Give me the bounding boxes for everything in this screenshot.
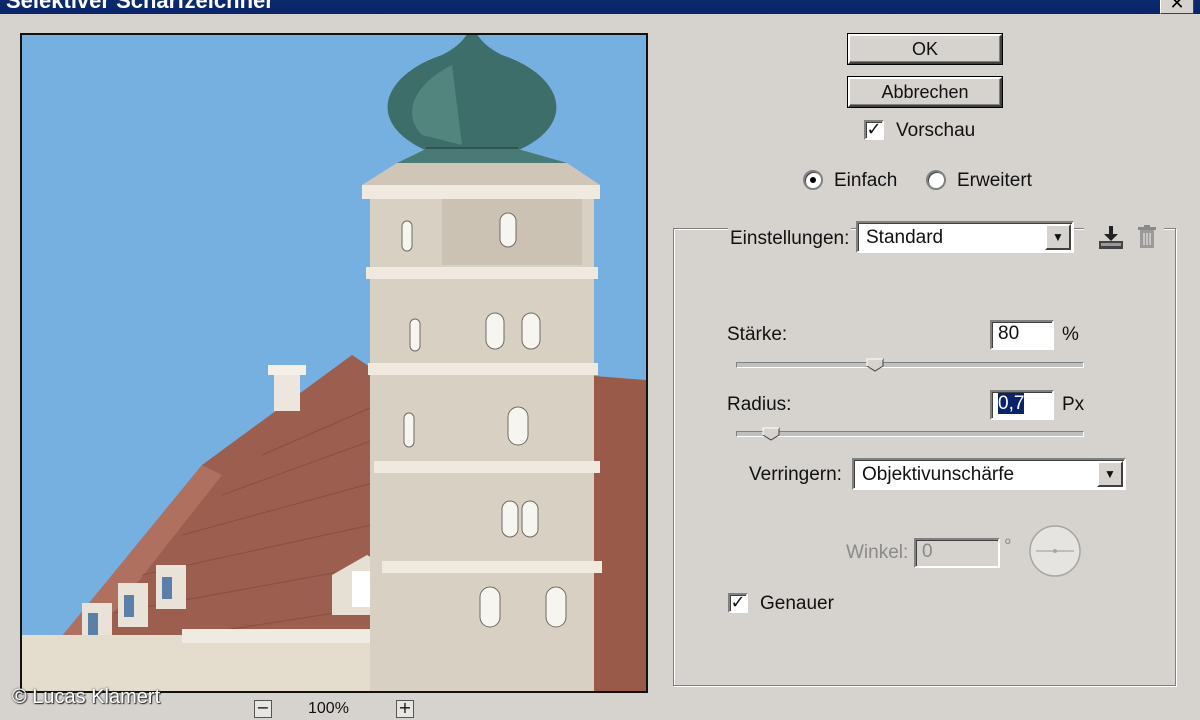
radio-simple-label: Einfach <box>834 170 898 191</box>
preview-image[interactable] <box>20 33 648 693</box>
radius-value: 0,7 <box>998 393 1025 414</box>
zoom-level: 100% <box>308 700 349 717</box>
zoom-controls: − 100% + <box>250 698 420 720</box>
remove-value: Objektivunschärfe <box>862 464 1015 485</box>
angle-unit: ° <box>1004 536 1012 557</box>
angle-label: Winkel: <box>846 542 909 563</box>
settings-select[interactable]: Standard ▼ <box>856 221 1074 253</box>
remove-label: Verringern: <box>749 464 842 485</box>
radio-advanced[interactable] <box>926 170 946 190</box>
copyright-watermark: © Lucas Klamert <box>12 686 161 708</box>
radius-label: Radius: <box>727 394 792 415</box>
radio-advanced-label: Erweitert <box>957 170 1032 191</box>
close-button[interactable]: ✕ <box>1160 0 1194 14</box>
radius-unit: Px <box>1062 394 1085 415</box>
ok-button-label: OK <box>911 39 938 59</box>
chevron-down-icon[interactable]: ▼ <box>1097 461 1123 487</box>
angle-dial-icon <box>1029 525 1081 577</box>
save-settings-icon[interactable] <box>1096 222 1126 252</box>
cancel-button[interactable]: Abbrechen <box>848 77 1002 107</box>
trash-icon[interactable] <box>1132 222 1162 252</box>
building-photo <box>22 35 646 691</box>
settings-value: Standard <box>866 227 944 248</box>
more-accurate-label: Genauer <box>760 593 834 614</box>
amount-field[interactable]: 80 <box>990 320 1054 350</box>
amount-slider-track[interactable] <box>736 362 1084 368</box>
dialog-title: Selektiver Scharfzeichner <box>6 0 274 13</box>
radius-slider-track[interactable] <box>736 431 1084 437</box>
remove-select[interactable]: Objektivunschärfe ▼ <box>852 458 1126 490</box>
angle-field: 0 <box>914 538 1000 568</box>
title-bar: Selektiver Scharfzeichner ✕ <box>0 0 1200 14</box>
cancel-button-label: Abbrechen <box>881 82 969 102</box>
zoom-in-button[interactable]: + <box>396 700 414 718</box>
radio-selected-dot <box>810 177 816 183</box>
ok-button[interactable]: OK <box>848 34 1002 64</box>
settings-group <box>673 228 1176 686</box>
radio-simple[interactable] <box>803 170 823 190</box>
amount-unit: % <box>1062 324 1079 345</box>
more-accurate-checkbox[interactable]: ✓ <box>728 593 748 613</box>
radius-field[interactable]: 0,7 <box>990 390 1054 420</box>
amount-label: Stärke: <box>727 324 788 345</box>
radius-slider-thumb[interactable] <box>762 427 780 441</box>
chevron-down-icon[interactable]: ▼ <box>1045 224 1071 250</box>
preview-checkbox[interactable]: ✓ <box>864 120 884 140</box>
preview-label: Vorschau <box>896 120 976 141</box>
zoom-out-button[interactable]: − <box>254 700 272 718</box>
amount-slider-thumb[interactable] <box>866 358 884 372</box>
settings-label: Einstellungen: <box>728 228 852 250</box>
